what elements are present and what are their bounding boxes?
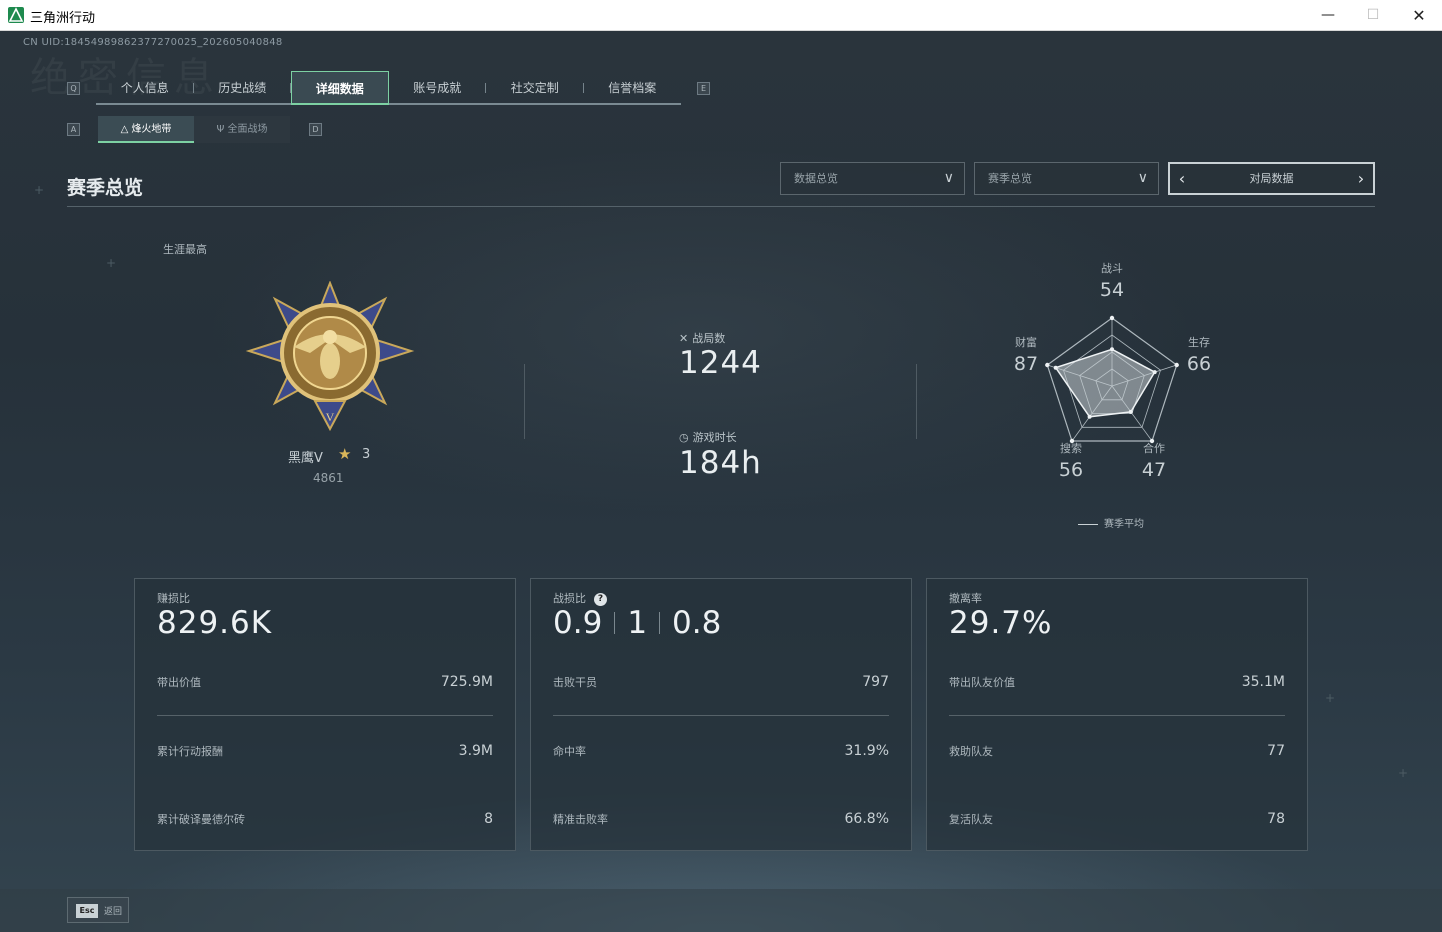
decor-plus-icon: +: [1398, 766, 1409, 780]
back-label: 返回: [104, 907, 123, 917]
svg-text:V: V: [326, 410, 335, 424]
radar-chart: 战斗 54 生存 66 合作 47 搜索 56 财富 87: [1014, 262, 1211, 481]
subtab-flame-zone[interactable]: △ 烽火地带: [98, 116, 194, 143]
extraction-rate-card: 撤离率 29.7% 带出队友价值 35.1M 救助队友 77 复活队友 78: [926, 578, 1308, 851]
main-tabs: 个人信息 历史战绩 详细数据 账号成就 社交定制 信誉档案: [96, 71, 681, 105]
card-divider: [949, 715, 1285, 716]
card-label: 撤离率: [949, 592, 982, 605]
rank-star-count: 3: [362, 447, 371, 462]
matches-label: ✕ 战局数: [679, 332, 726, 345]
battlefield-icon: Ψ: [216, 124, 228, 135]
footer-bar: [0, 889, 1442, 932]
radar-value-wealth: 87: [1014, 353, 1038, 375]
radar-label-wealth: 财富: [1015, 335, 1037, 349]
radar-value-survival: 66: [1187, 353, 1211, 375]
chevron-down-icon: ∨: [943, 170, 954, 186]
tab-social-custom[interactable]: 社交定制: [486, 71, 584, 105]
playtime-label: ◷ 游戏时长: [679, 431, 737, 444]
tab-achievements[interactable]: 账号成就: [389, 71, 486, 105]
key-hint-q[interactable]: Q: [67, 82, 80, 95]
card-divider: [157, 715, 493, 716]
card-big-value: 29.7%: [949, 605, 1053, 641]
card-row: 带出价值 725.9M: [157, 674, 493, 690]
key-hint-e[interactable]: E: [697, 82, 710, 95]
radar-label-search: 搜索: [1060, 441, 1082, 455]
chevron-right-icon[interactable]: ›: [1351, 164, 1371, 193]
card-divider: [553, 715, 889, 716]
radar-legend: 赛季平均: [1078, 515, 1144, 530]
section-divider: [67, 206, 1375, 207]
kd-values: 0.9 1 0.8: [553, 605, 722, 641]
profit-loss-card: 赚损比 829.6K 带出价值 725.9M 累计行动报酬 3.9M 累计破译曼德尔…: [134, 578, 516, 851]
matches-value: 1244: [679, 345, 762, 381]
tab-match-history[interactable]: 历史战绩: [194, 71, 291, 105]
season-overview-dropdown[interactable]: 赛季总览 ∨: [974, 162, 1159, 195]
card-row: 精准击败率 66.8%: [553, 811, 889, 827]
decor-plus-icon: +: [34, 183, 45, 197]
maximize-icon[interactable]: ☐: [1350, 0, 1396, 31]
radar-point: [1152, 370, 1157, 375]
radar-value-search: 56: [1059, 459, 1083, 481]
career-best-label: 生涯最高: [163, 243, 207, 256]
tab-detailed-data[interactable]: 详细数据: [291, 71, 389, 105]
data-overview-dropdown[interactable]: 数据总览 ∨: [780, 162, 965, 195]
radar-vertex-dot: [1045, 362, 1050, 368]
radar-label-survival: 生存: [1188, 335, 1210, 349]
chevron-left-icon[interactable]: ‹: [1172, 164, 1192, 193]
app-logo-icon: [8, 7, 24, 23]
radar-series-shape: [1054, 348, 1156, 418]
kd-ratio-card: 战损比? 0.9 1 0.8 击败干员 797 命中率 31.9% 精准击败率 66.…: [530, 578, 912, 851]
radar-label-cooperation: 合作: [1143, 441, 1165, 455]
mode-subtabs: △ 烽火地带 Ψ 全面战场: [98, 116, 290, 143]
window-titlebar: 三角洲行动 — ☐ ✕: [0, 0, 1442, 31]
subtab-battlefield[interactable]: Ψ 全面战场: [194, 116, 290, 143]
card-row: 复活队友 78: [949, 811, 1285, 827]
pager-label: 对局数据: [1249, 172, 1294, 185]
divider: [916, 364, 917, 439]
card-label: 战损比?: [553, 590, 607, 606]
radar-point: [1128, 409, 1133, 414]
rank-score: 4861: [313, 471, 344, 485]
card-row: 累计行动报酬 3.9M: [157, 743, 493, 759]
minimize-icon[interactable]: —: [1305, 0, 1351, 31]
window-title: 三角洲行动: [30, 11, 96, 26]
crossed-swords-icon: ✕: [679, 332, 689, 345]
card-row: 救助队友 77: [949, 743, 1285, 759]
match-data-pager: 对局数据 ‹ ›: [1168, 162, 1375, 195]
key-hint-d[interactable]: D: [309, 123, 322, 136]
rank-name: 黑鹰V: [288, 451, 323, 466]
esc-key-icon: Esc: [76, 904, 98, 918]
close-icon[interactable]: ✕: [1396, 0, 1442, 31]
radar-point: [1110, 347, 1114, 352]
tab-personal-info[interactable]: 个人信息: [96, 71, 194, 105]
chevron-down-icon: ∨: [1137, 170, 1148, 186]
playtime-value: 184h: [679, 445, 762, 481]
radar-value-cooperation: 47: [1142, 459, 1166, 481]
rank-star-icon: ★: [338, 445, 352, 463]
black-hawk-medal-icon: V: [245, 280, 415, 441]
radar-point: [1087, 414, 1092, 419]
back-button[interactable]: Esc 返回: [67, 897, 129, 923]
tab-credit-record[interactable]: 信誉档案: [584, 71, 682, 105]
radar-vertex-dot: [1109, 315, 1115, 321]
radar-label-combat: 战斗: [1101, 262, 1123, 275]
card-label: 赚损比: [157, 592, 190, 605]
radar-vertex-dot: [1174, 362, 1179, 368]
divider: [524, 364, 525, 439]
radar-point: [1053, 365, 1058, 370]
decor-plus-icon: +: [106, 256, 117, 270]
stopwatch-icon: ◷: [679, 431, 689, 444]
app-content: CN UID:18454989862377270025_202605040848…: [0, 31, 1442, 932]
card-row: 命中率 31.9%: [553, 743, 889, 759]
section-title: 赛季总览: [67, 177, 144, 199]
key-hint-a[interactable]: A: [67, 123, 80, 136]
card-row: 击败干员 797: [553, 674, 889, 690]
card-row: 带出队友价值 35.1M: [949, 674, 1285, 690]
card-row: 累计破译曼德尔砖 8: [157, 811, 493, 827]
radar-value-combat: 54: [1100, 279, 1124, 301]
card-big-value: 829.6K: [157, 605, 273, 641]
decor-plus-icon: +: [1325, 691, 1336, 705]
flame-zone-icon: △: [120, 124, 132, 135]
